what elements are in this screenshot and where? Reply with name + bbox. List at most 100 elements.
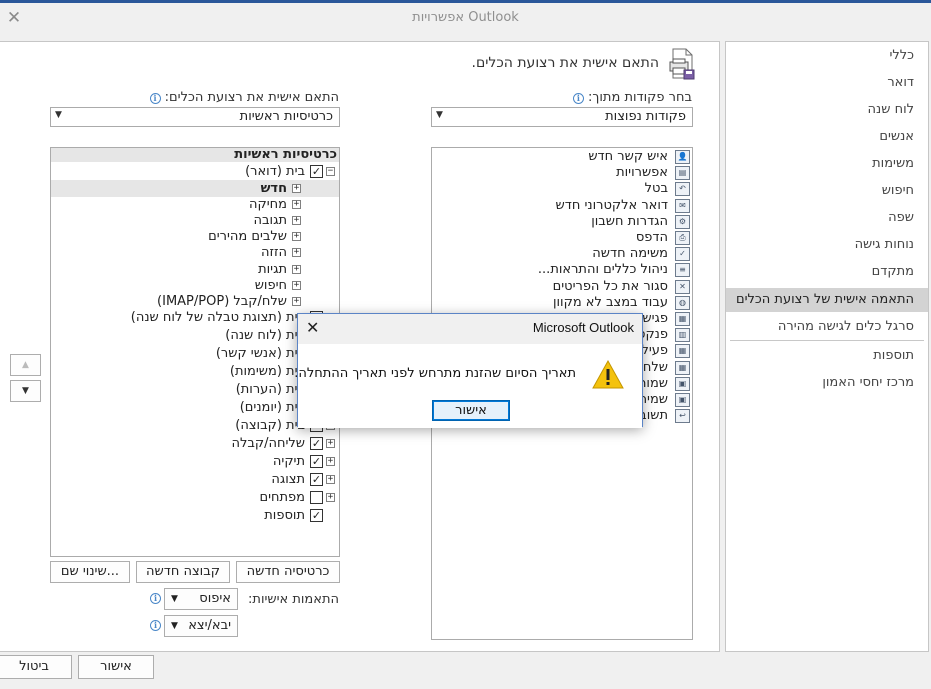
command-label: בטל <box>644 181 668 197</box>
expand-icon[interactable]: + <box>292 281 301 290</box>
tree-row[interactable]: + תגיות <box>51 261 339 278</box>
expand-icon[interactable]: + <box>326 493 335 502</box>
tree-header: כרטיסיות ראשיות <box>234 147 337 162</box>
tree-row[interactable]: + שלבים מהירים <box>51 228 339 245</box>
nav-item[interactable]: סרגל כלים לגישה מהירה <box>778 315 914 339</box>
customize-ribbon-label: התאם אישית את רצועת הכלים: i <box>149 90 339 105</box>
tree-row[interactable]: + מחיקה <box>51 196 339 213</box>
tree-row[interactable]: − ✓ בית (דואר) <box>51 163 339 180</box>
tree-row[interactable]: +✓בית (קבוצה) <box>51 417 339 434</box>
list-item[interactable]: ▤ אפשרויות <box>440 165 690 181</box>
choose-commands-dropdown[interactable]: פקודות נפוצות ▼ <box>431 107 693 127</box>
tree-row[interactable]: + ✓ שליחה/קבלה <box>51 435 339 452</box>
tab-checkbox[interactable]: ✓ <box>310 455 323 468</box>
nav-item[interactable]: התאמה אישית של רצועת הכלים <box>726 288 928 312</box>
ok-button[interactable]: אישור <box>78 655 154 679</box>
list-item[interactable]: ✉ דואר אלקטרוני חדש <box>440 198 690 214</box>
expand-icon[interactable]: + <box>292 216 301 225</box>
tree-label: בית (תצוגת טבלה של לוח שנה) <box>130 310 305 325</box>
list-item[interactable]: ⚙ הגדרות חשבון <box>440 214 690 230</box>
tab-checkbox[interactable]: ✓ <box>310 473 323 486</box>
nav-item[interactable]: מתקדם <box>872 260 914 284</box>
tab-checkbox[interactable] <box>310 491 323 504</box>
tree-row[interactable]: + חיפוש <box>51 277 339 294</box>
account-settings-icon: ⚙ <box>675 214 690 229</box>
reset-button[interactable]: איפוס ▼ <box>164 588 238 610</box>
new-tab-button[interactable]: כרטיסיה חדשה <box>236 561 340 583</box>
expand-icon[interactable]: + <box>292 248 301 257</box>
task-icon: ✓ <box>675 247 690 262</box>
close-icon[interactable]: ✕ <box>5 9 23 27</box>
reply-icon: ↩ <box>675 409 690 424</box>
collapse-icon[interactable]: − <box>326 167 335 176</box>
list-item[interactable]: ✓ משימה חדשה <box>440 246 690 262</box>
tree-row[interactable]: + תגובה <box>51 212 339 229</box>
close-icon[interactable]: ✕ <box>306 320 319 336</box>
close-items-icon: ✕ <box>675 279 690 294</box>
rules-icon: ≡ <box>675 263 690 278</box>
tree-row[interactable]: +✓בית (לוח שנה) <box>51 327 339 344</box>
command-label: אפשרויות <box>616 165 668 181</box>
command-label: דואר אלקטרוני חדש <box>555 197 668 213</box>
customize-ribbon-dropdown[interactable]: כרטיסיות ראשיות ▼ <box>50 107 340 127</box>
alert-dialog: Microsoft Outlook ✕ תאריך הסיום שהזנת מת… <box>294 313 643 428</box>
chevron-down-icon: ▼ <box>171 594 178 604</box>
tree-label: חיפוש <box>254 278 287 293</box>
expand-icon[interactable]: + <box>326 457 335 466</box>
tab-checkbox[interactable]: ✓ <box>310 509 323 522</box>
expand-icon[interactable]: + <box>292 232 301 241</box>
tree-row[interactable]: +✓בית (יומנים) <box>51 399 339 416</box>
list-item[interactable]: ⎙ הדפס <box>440 230 690 246</box>
reset-button-label: איפוס <box>199 591 231 606</box>
tree-label: בית (הערות) <box>235 382 305 397</box>
nav-item[interactable]: מרכז יחסי האמון <box>822 371 914 395</box>
tree-label: שלח/קבל (IMAP/POP) <box>157 294 287 309</box>
tree-row[interactable]: ✓ תוספות <box>51 507 339 524</box>
dialog-ok-button[interactable]: אישור <box>432 400 510 421</box>
expand-icon[interactable]: + <box>292 200 301 209</box>
rename-button[interactable]: שינוי שם... <box>50 561 130 583</box>
tree-label: תיקיה <box>272 454 305 469</box>
list-item[interactable]: ◍ עבוד במצב לא מקוון <box>440 295 690 311</box>
new-group-button[interactable]: קבוצה חדשה <box>136 561 230 583</box>
tree-row[interactable]: +✓בית (תצוגת טבלה של לוח שנה) <box>51 309 339 326</box>
tree-row[interactable]: + חדש <box>51 180 339 197</box>
nav-item[interactable]: דואר <box>887 71 914 95</box>
expand-icon[interactable]: + <box>292 184 301 193</box>
nav-item[interactable]: נוחות גישה <box>855 233 914 257</box>
nav-item[interactable]: לוח שנה <box>868 98 914 122</box>
tree-row[interactable]: + הזזה <box>51 244 339 261</box>
command-label: סגור את כל הפריטים <box>552 278 668 294</box>
info-icon: i <box>572 93 584 104</box>
tree-row[interactable]: + שלח/קבל (IMAP/POP) <box>51 293 339 310</box>
title-bar: אפשרויות Outlook ✕ <box>0 3 931 33</box>
nav-item[interactable]: תוספות <box>873 344 914 368</box>
expand-icon[interactable]: + <box>326 439 335 448</box>
command-label: משימה חדשה <box>592 246 668 262</box>
tree-row[interactable]: + ✓ תצוגה <box>51 471 339 488</box>
tab-checkbox[interactable]: ✓ <box>310 437 323 450</box>
tab-checkbox[interactable]: ✓ <box>310 165 323 178</box>
nav-item[interactable]: חיפוש <box>882 179 914 203</box>
expand-icon[interactable]: + <box>292 265 301 274</box>
tree-row[interactable]: +✓בית (הערות) <box>51 381 339 398</box>
move-down-button[interactable]: ▼ <box>10 380 41 402</box>
nav-item[interactable]: שפה <box>888 206 914 230</box>
list-item[interactable]: ≡ ניהול כללים והתראות... <box>440 262 690 278</box>
list-item[interactable]: ✕ סגור את כל הפריטים <box>440 279 690 295</box>
nav-item[interactable]: כללי <box>889 44 914 68</box>
tree-row[interactable]: +✓בית (אנשי קשר) <box>51 345 339 362</box>
nav-item[interactable]: משימות <box>872 152 914 176</box>
nav-item[interactable]: אנשים <box>879 125 914 149</box>
list-item[interactable]: 👤 איש קשר חדש <box>440 149 690 165</box>
customizations-label: התאמות אישיות: <box>248 592 339 607</box>
move-up-button[interactable]: ▲ <box>10 354 41 376</box>
expand-icon[interactable]: + <box>326 475 335 484</box>
import-export-button[interactable]: יבא/יצא ▼ <box>164 615 238 637</box>
tree-row[interactable]: + מפתחים <box>51 489 339 506</box>
expand-icon[interactable]: + <box>292 297 301 306</box>
tree-row[interactable]: + ✓ תיקיה <box>51 453 339 470</box>
cancel-button[interactable]: ביטול <box>0 655 72 679</box>
printer-icon: ⎙ <box>675 231 690 245</box>
list-item[interactable]: ↶ בטל <box>440 181 690 197</box>
